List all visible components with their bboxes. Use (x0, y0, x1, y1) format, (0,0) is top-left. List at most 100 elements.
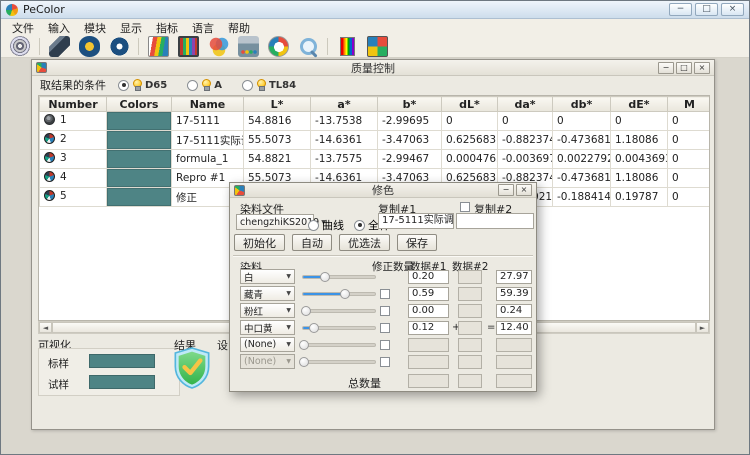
toolbar-button-abacus-icon[interactable] (175, 36, 201, 57)
dialog-button-自动[interactable]: 自动 (292, 234, 332, 251)
scroll-right-arrow-icon[interactable]: ► (696, 322, 709, 333)
chevron-down-icon: ▼ (286, 273, 291, 280)
illuminant-option-TL84[interactable]: TL84 (242, 79, 296, 92)
total-label: 总数量 (348, 375, 381, 391)
window-titlebar[interactable]: PeColor − □ × (1, 1, 749, 19)
qc-maximize-button[interactable]: □ (676, 62, 692, 74)
menu-item-模块[interactable]: 模块 (77, 19, 113, 37)
toolbar-button-rainbow-bars-icon[interactable] (334, 36, 360, 57)
illuminant-option-D65[interactable]: D65 (118, 79, 167, 92)
column-header-dE*[interactable]: dE* (611, 97, 668, 112)
data1-field[interactable]: 0.00 (408, 304, 449, 318)
toolbar-button-settings-gear-icon[interactable] (7, 36, 33, 57)
dialog-button-优选法[interactable]: 优选法 (339, 234, 390, 251)
toolbar-button-folder-icon[interactable] (76, 36, 102, 57)
value-cell: -3.47063 (378, 131, 442, 150)
slider-thumb[interactable] (340, 289, 350, 299)
slider-thumb[interactable] (301, 306, 311, 316)
dye-file-select[interactable]: chengzhiKS2019 ▼ (236, 214, 314, 230)
column-header-a*[interactable]: a* (311, 97, 378, 112)
slider-thumb[interactable] (320, 272, 330, 282)
toolbar-button-ring-icon[interactable] (106, 36, 132, 57)
data1-field[interactable]: 0.20 (408, 270, 449, 284)
dialog-button-初始化[interactable]: 初始化 (234, 234, 285, 251)
value-cell: 0 (668, 131, 711, 150)
dye-select[interactable]: 粉红▼ (240, 303, 295, 318)
qc-minimize-button[interactable]: − (658, 62, 674, 74)
total-row: 总数量 (230, 373, 536, 389)
data1-field[interactable] (408, 355, 449, 369)
lightbulb-icon (201, 79, 211, 92)
ring-icon (109, 36, 130, 57)
color-grid-icon (367, 36, 388, 57)
menu-item-显示[interactable]: 显示 (113, 19, 149, 37)
column-header-Colors[interactable]: Colors (107, 97, 172, 112)
toolbar-button-marker-pen-icon[interactable] (46, 36, 72, 57)
copy2-input[interactable] (456, 213, 534, 229)
scroll-left-arrow-icon[interactable]: ◄ (39, 322, 52, 333)
toolbar-button-palette-book-icon[interactable] (145, 36, 171, 57)
toolbar-button-print-machine-icon[interactable] (235, 36, 261, 57)
dye-slider[interactable] (302, 360, 376, 364)
slider-thumb[interactable] (299, 340, 309, 350)
slider-thumb[interactable] (299, 357, 309, 367)
lightbulb-icon (132, 79, 142, 92)
data1-field[interactable] (408, 338, 449, 352)
toolbar-button-gauge-icon[interactable] (265, 36, 291, 57)
dye-select[interactable]: (None)▼ (240, 337, 295, 352)
column-header-Name[interactable]: Name (172, 97, 244, 112)
correction-checkbox[interactable] (380, 323, 390, 333)
illuminant-option-A[interactable]: A (187, 79, 222, 92)
dye-slider[interactable] (302, 343, 376, 347)
menu-item-文件[interactable]: 文件 (5, 19, 41, 37)
dye-row: 白▼0.2027.97 (230, 269, 536, 285)
dye-slider[interactable] (302, 309, 376, 313)
dialog-titlebar[interactable]: 修色 − × (230, 183, 536, 198)
dye-slider[interactable] (302, 275, 376, 279)
toolbar-button-color-mix-icon[interactable] (205, 36, 231, 57)
mode-option-曲线[interactable]: 曲线 (308, 217, 344, 233)
toolbar-button-search-icon[interactable] (295, 36, 321, 57)
menu-item-输入[interactable]: 输入 (41, 19, 77, 37)
settings-gear-icon (10, 36, 31, 57)
column-header-dL*[interactable]: dL* (442, 97, 498, 112)
value-cell: 0 (553, 112, 611, 131)
slider-thumb[interactable] (309, 323, 319, 333)
table-row[interactable]: 3formula_154.8821-13.7575-2.994670.00047… (40, 150, 711, 169)
dye-select[interactable]: 中口黄▼ (240, 320, 295, 335)
correction-checkbox[interactable] (380, 289, 390, 299)
data1-field[interactable]: 0.59 (408, 287, 449, 301)
dialog-close-button[interactable]: × (516, 184, 532, 196)
copy1-input[interactable]: 17-5111实际调配 (378, 213, 454, 229)
table-row[interactable]: 217-5111实际调配55.5073-14.6361-3.470630.625… (40, 131, 711, 150)
dye-slider[interactable] (302, 326, 376, 330)
column-header-db*[interactable]: db* (553, 97, 611, 112)
dialog-minimize-button[interactable]: − (498, 184, 514, 196)
dye-slider[interactable] (302, 292, 376, 296)
correction-checkbox[interactable] (380, 357, 390, 367)
column-header-M[interactable]: M (668, 97, 711, 112)
column-header-Number[interactable]: Number (40, 97, 107, 112)
qc-close-button[interactable]: × (694, 62, 710, 74)
copy2-checkbox[interactable] (460, 202, 470, 212)
dye-select[interactable]: 白▼ (240, 269, 295, 284)
data1-field[interactable]: 0.12 (408, 321, 449, 335)
toolbar-button-color-grid-icon[interactable] (364, 36, 390, 57)
maximize-button[interactable]: □ (695, 3, 718, 16)
menu-item-语言[interactable]: 语言 (185, 19, 221, 37)
dialog-button-保存[interactable]: 保存 (397, 234, 437, 251)
correction-checkbox[interactable] (380, 340, 390, 350)
dye-select[interactable]: 藏青▼ (240, 286, 295, 301)
column-header-b*[interactable]: b* (378, 97, 442, 112)
correction-checkbox[interactable] (380, 306, 390, 316)
column-header-da*[interactable]: da* (498, 97, 553, 112)
minimize-button[interactable]: − (669, 3, 692, 16)
close-button[interactable]: × (721, 3, 744, 16)
table-row[interactable]: 117-511154.8816-13.7538-2.9969500000 (40, 112, 711, 131)
dialog-button-row: 初始化自动优选法保存 (234, 234, 437, 251)
menu-item-帮助[interactable]: 帮助 (221, 19, 257, 37)
menu-item-指标[interactable]: 指标 (149, 19, 185, 37)
dye-name: (None) (244, 339, 276, 350)
column-header-L*[interactable]: L* (244, 97, 311, 112)
qc-titlebar[interactable]: 质量控制 − □ × (32, 60, 714, 76)
